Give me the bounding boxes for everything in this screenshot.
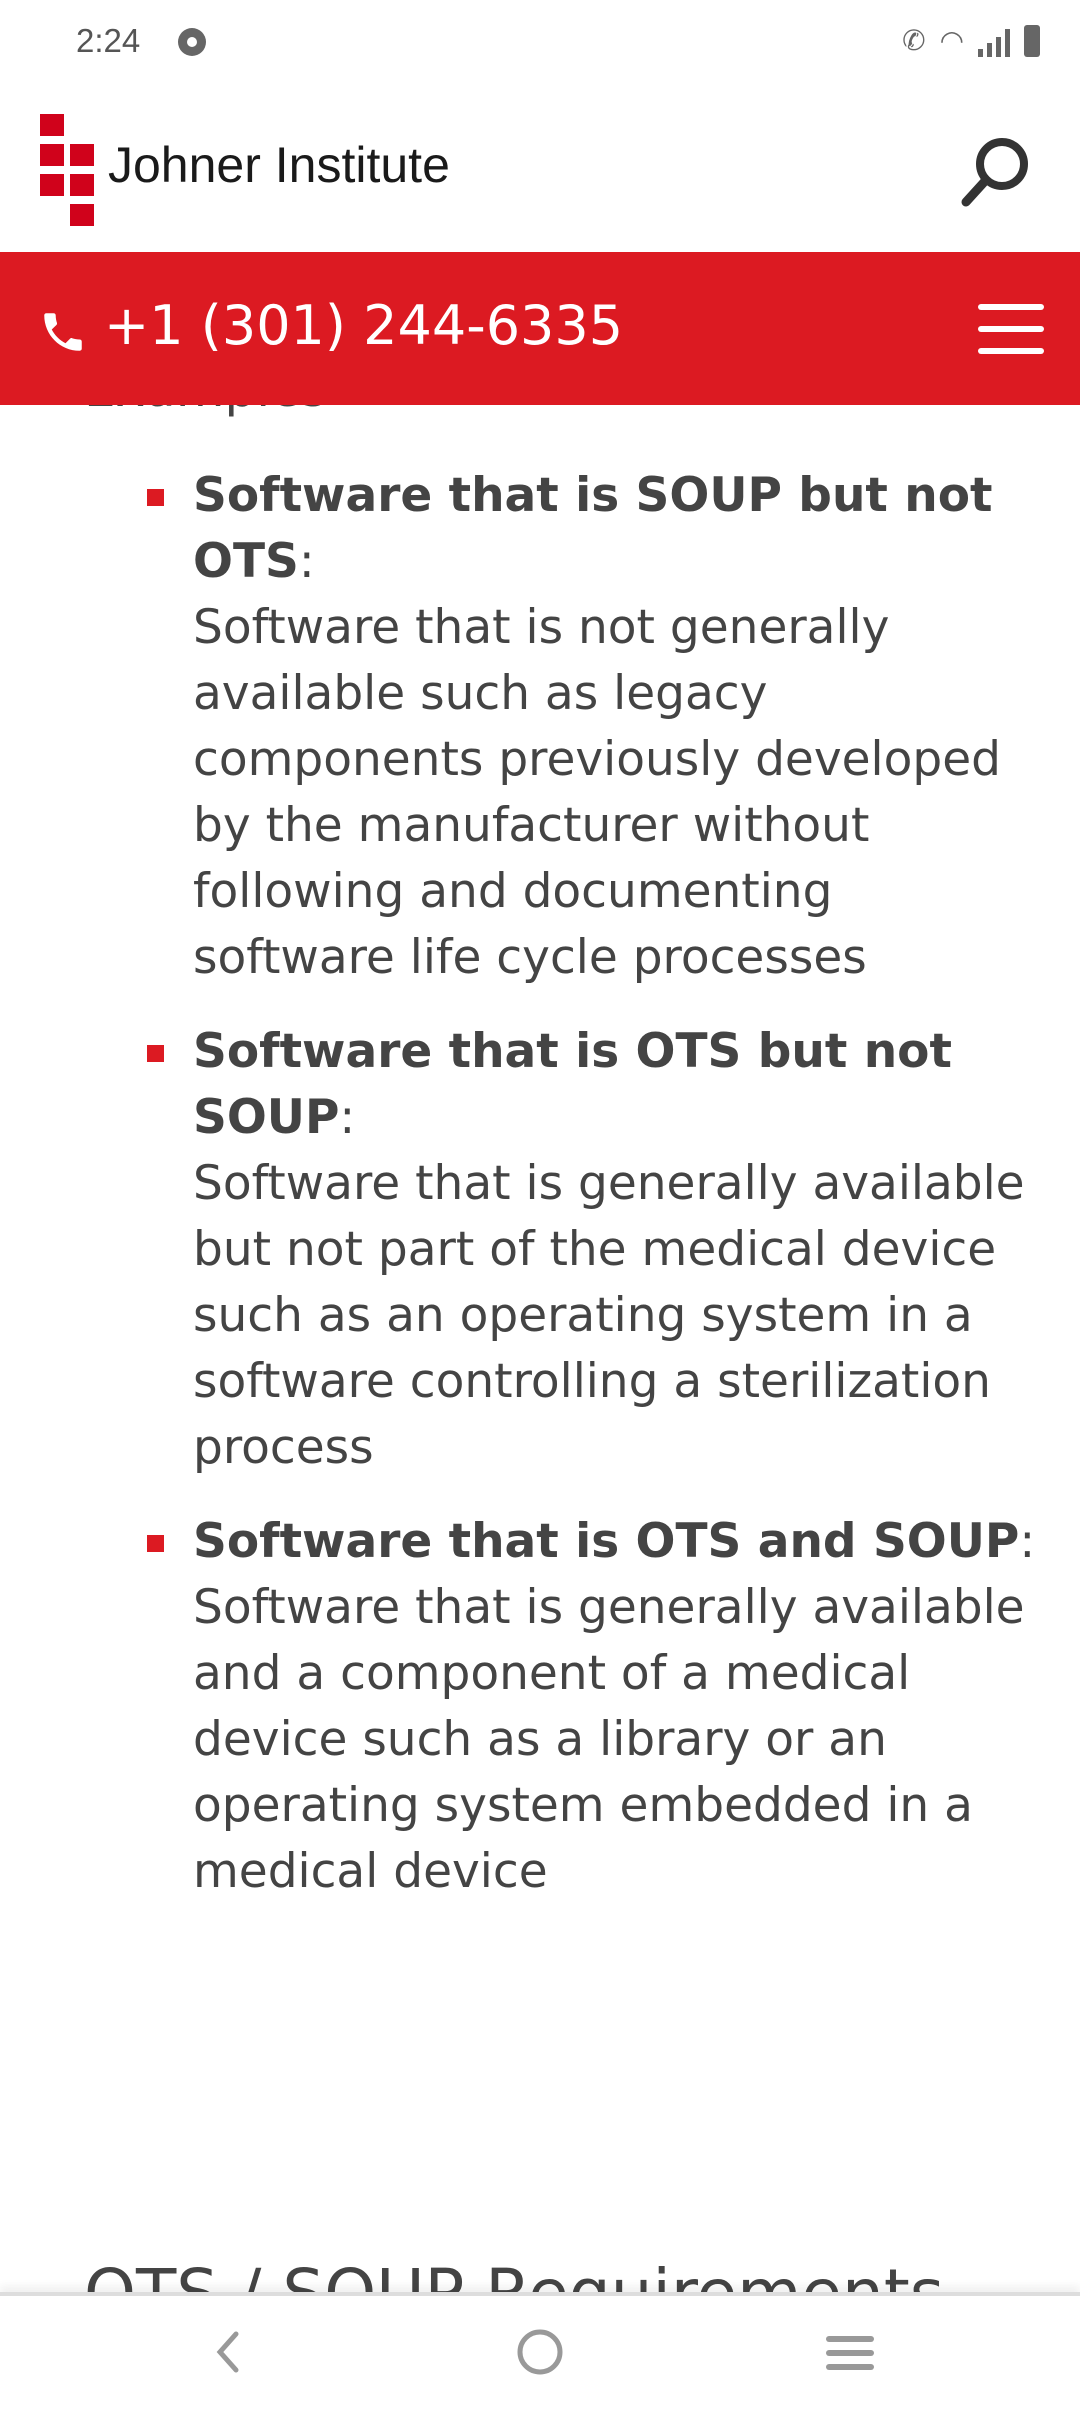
battery-icon <box>1024 25 1040 57</box>
wifi-call-icon: ✆ <box>902 24 926 57</box>
item-text: Software that is generally available and… <box>193 1580 1025 1899</box>
list-item: Software that is SOUP but not OTS: Softw… <box>0 463 1080 991</box>
item-text: Software that is generally available but… <box>193 1156 1025 1475</box>
item-colon: : <box>298 534 315 589</box>
status-bar: 2:24 ✆ ◠ <box>0 0 1080 90</box>
item-colon: : <box>339 1090 356 1145</box>
contact-bar: +1 (301) 244-6335 <box>0 252 1080 405</box>
examples-list: Software that is SOUP but not OTS: Softw… <box>0 463 1080 1933</box>
list-item: Software that is OTS and SOUP: Software … <box>0 1509 1080 1905</box>
system-nav-bar <box>0 2292 1080 2412</box>
item-text: Software that is not generally available… <box>193 600 1001 985</box>
signal-icon <box>978 29 1010 57</box>
phone-number-link[interactable]: +1 (301) 244-6335 <box>104 294 623 357</box>
bullet-icon <box>147 1045 164 1062</box>
search-icon[interactable] <box>956 132 1036 212</box>
wifi-icon: ◠ <box>939 24 964 57</box>
list-item: Software that is OTS but not SOUP: Softw… <box>0 1019 1080 1481</box>
bullet-icon <box>147 489 164 506</box>
item-title: Software that is OTS and SOUP <box>193 1514 1020 1569</box>
chrome-icon <box>178 28 206 56</box>
home-icon[interactable] <box>510 2322 570 2382</box>
hamburger-menu-icon[interactable] <box>978 304 1044 354</box>
status-time: 2:24 <box>76 22 141 59</box>
johner-logo[interactable] <box>40 114 96 226</box>
item-colon: : <box>1019 1514 1036 1569</box>
item-title: Software that is OTS but not SOUP <box>193 1024 952 1145</box>
back-icon[interactable] <box>198 2322 258 2382</box>
phone-icon[interactable] <box>38 304 88 360</box>
site-header: Johner Institute <box>0 90 1080 252</box>
brand-name[interactable]: Johner Institute <box>108 136 450 194</box>
status-icons: ✆ ◠ <box>902 24 1040 57</box>
bullet-icon <box>147 1535 164 1552</box>
recents-icon[interactable] <box>820 2322 880 2382</box>
